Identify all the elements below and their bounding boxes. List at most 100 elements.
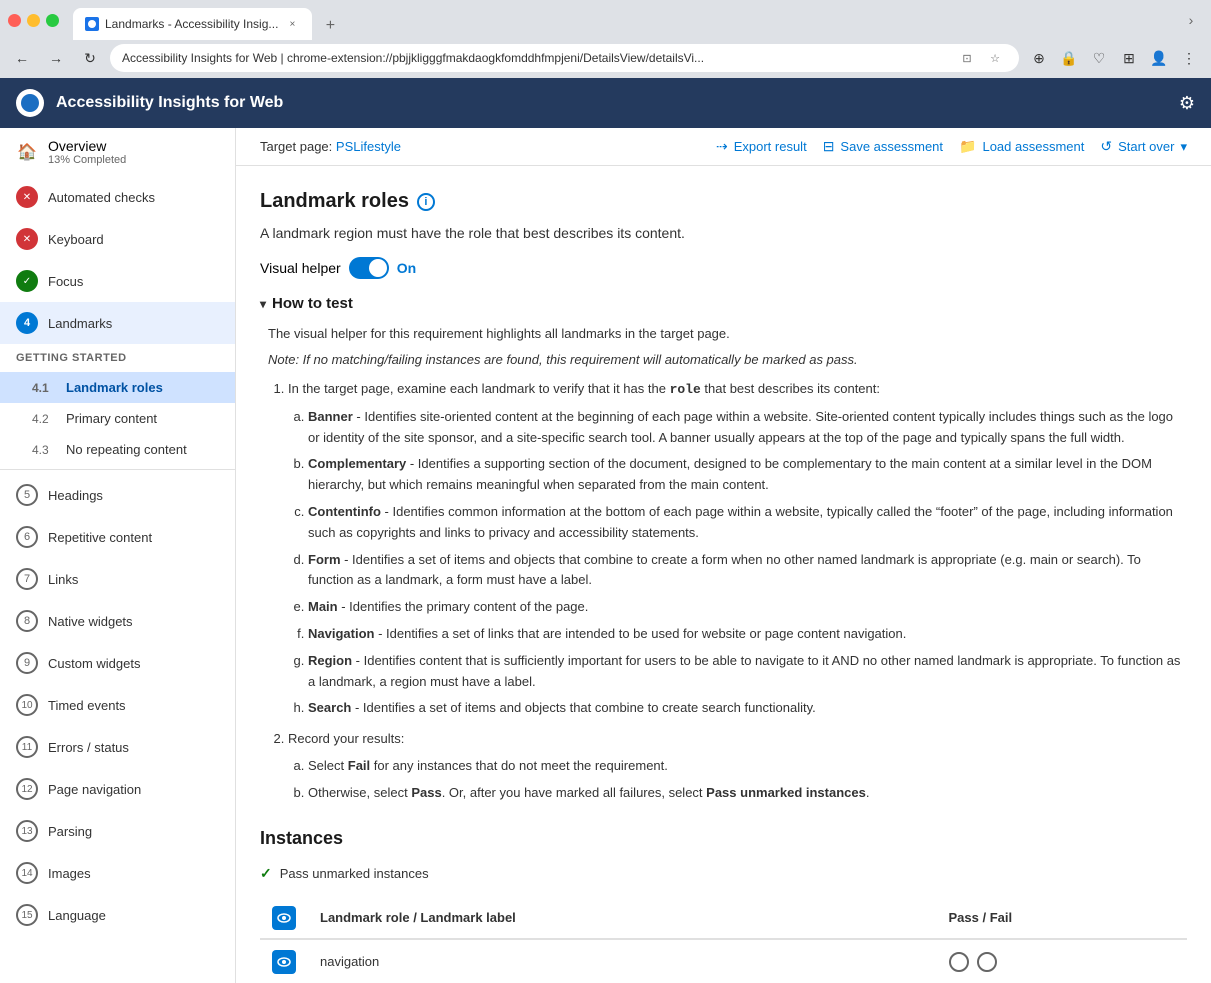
pass-unmarked-button[interactable]: ✓ Pass unmarked instances [260,865,1187,882]
start-over-button[interactable]: ↺ Start over ▾ [1100,138,1187,155]
toggle-thumb [369,259,387,277]
automated-checks-icon: ✕ [16,186,38,208]
main-layout: 🏠 Overview 13% Completed ✕ Automated che… [0,128,1211,983]
page-navigation-icon: 12 [16,778,38,800]
tab-chevron[interactable]: › [1179,8,1203,32]
tab-close-button[interactable]: × [284,16,300,32]
sidebar-item-automated-checks[interactable]: ✕ Automated checks [0,176,235,218]
overview-icon: 🏠 [16,141,38,163]
sub-nav-number-41: 4.1 [32,381,56,395]
headings-label: Headings [48,488,103,503]
sidebar-item-timed-events[interactable]: 10 Timed events [0,684,235,726]
extension-icon-1[interactable]: ⊕ [1025,44,1053,72]
profile-icon[interactable]: 👤 [1145,44,1173,72]
settings-icon[interactable]: ⚙ [1179,93,1195,114]
tab-title: Landmarks - Accessibility Insig... [105,17,278,31]
sidebar-item-custom-widgets[interactable]: 9 Custom widgets [0,642,235,684]
step1-suffix: that best describes its content: [701,381,880,396]
how-to-test-chevron: ▾ [260,297,266,311]
share-icon[interactable]: ⊡ [955,46,979,70]
radio-group [949,952,1175,972]
images-icon: 14 [16,862,38,884]
instruction-step-2: Record your results: Select Fail for any… [288,729,1187,803]
landmark-type-contentinfo: Contentinfo - Identifies common informat… [308,502,1187,544]
forward-button[interactable]: → [42,44,70,72]
repetitive-content-label: Repetitive content [48,530,152,545]
landmark-type-navigation: Navigation - Identifies a set of links t… [308,624,1187,645]
sidebar-item-overview[interactable]: 🏠 Overview 13% Completed [0,128,235,176]
instances-table-body: navigation [260,939,1187,983]
sidebar-divider [0,469,235,470]
sidebar-item-links[interactable]: 7 Links [0,558,235,600]
parsing-icon: 13 [16,820,38,842]
landmark-type-region: Region - Identifies content that is suff… [308,651,1187,693]
sidebar-item-landmarks[interactable]: 4 Landmarks [0,302,235,344]
focus-icon: ✓ [16,270,38,292]
record-result-pass: Otherwise, select Pass. Or, after you ha… [308,783,1187,804]
fail-radio[interactable] [977,952,997,972]
sidebar-item-focus[interactable]: ✓ Focus [0,260,235,302]
getting-started-label: Getting started [0,344,235,372]
sidebar-item-errors-status[interactable]: 11 Errors / status [0,726,235,768]
new-tab-button[interactable]: + [316,12,344,40]
timed-events-icon: 10 [16,694,38,716]
extension-icon-2[interactable]: 🔒 [1055,44,1083,72]
keyboard-icon: ✕ [16,228,38,250]
sub-nav-item-no-repeating[interactable]: 4.3 No repeating content [0,434,235,465]
maximize-dot[interactable] [46,14,59,27]
export-result-button[interactable]: ⇢ Export result [716,138,807,155]
save-assessment-button[interactable]: ⊟ Save assessment [823,138,943,155]
sidebar-item-native-widgets[interactable]: 8 Native widgets [0,600,235,642]
url-bar[interactable]: Accessibility Insights for Web | chrome-… [110,44,1019,72]
sub-nav-number-43: 4.3 [32,443,56,457]
landmark-type-search: Search - Identifies a set of items and o… [308,698,1187,719]
sidebar-item-keyboard[interactable]: ✕ Keyboard [0,218,235,260]
pass-radio[interactable] [949,952,969,972]
links-label: Links [48,572,78,587]
sidebar-item-language[interactable]: 15 Language [0,894,235,936]
sidebar-item-repetitive-content[interactable]: 6 Repetitive content [0,516,235,558]
sidebar-item-page-navigation[interactable]: 12 Page navigation [0,768,235,810]
extension-icon-3[interactable]: ♡ [1085,44,1113,72]
bookmark-icon[interactable]: ☆ [983,46,1007,70]
info-icon[interactable]: i [417,193,435,211]
app-header: Accessibility Insights for Web ⚙ [0,78,1211,128]
toolbar-actions: ⇢ Export result ⊟ Save assessment 📁 Load… [716,138,1187,155]
instruction-list: In the target page, examine each landmar… [268,379,1187,804]
refresh-button[interactable]: ↻ [76,44,104,72]
instruction-step-1: In the target page, examine each landmar… [288,379,1187,719]
menu-icon[interactable]: ⋮ [1175,44,1203,72]
sub-nav-label-landmark-roles: Landmark roles [66,380,163,395]
visual-helper-state: On [397,260,416,276]
active-tab[interactable]: Landmarks - Accessibility Insig... × [73,8,312,40]
how-to-test-header[interactable]: ▾ How to test [260,295,1187,312]
repetitive-content-icon: 6 [16,526,38,548]
record-result-fail: Select Fail for any instances that do no… [308,756,1187,777]
sidebar-item-headings[interactable]: 5 Headings [0,474,235,516]
instances-table-header-row: Landmark role / Landmark label Pass / Fa… [260,898,1187,939]
visual-helper-toggle[interactable] [349,257,389,279]
back-button[interactable]: ← [8,44,36,72]
row-eye-icon[interactable] [272,950,296,974]
language-label: Language [48,908,106,923]
extensions-icon[interactable]: ⊞ [1115,44,1143,72]
sidebar-item-images[interactable]: 14 Images [0,852,235,894]
table-row: navigation [260,939,1187,983]
sidebar-item-parsing[interactable]: 13 Parsing [0,810,235,852]
minimize-dot[interactable] [27,14,40,27]
landmark-types-list: Banner - Identifies site-oriented conten… [288,407,1187,719]
close-dot[interactable] [8,14,21,27]
instances-section: Instances ✓ Pass unmarked instances [260,828,1187,983]
sub-nav-item-landmark-roles[interactable]: 4.1 Landmark roles [0,372,235,403]
language-icon: 15 [16,904,38,926]
images-label: Images [48,866,91,881]
sub-nav-item-primary-content[interactable]: 4.2 Primary content [0,403,235,434]
target-page-link[interactable]: PSLifestyle [336,139,401,154]
load-assessment-button[interactable]: 📁 Load assessment [959,138,1084,155]
landmark-type-form: Form - Identifies a set of items and obj… [308,550,1187,592]
start-over-chevron: ▾ [1180,139,1187,155]
app-logo [16,89,44,117]
landmark-type-main: Main - Identifies the primary content of… [308,597,1187,618]
row-eye-cell [260,939,308,983]
how-to-test-body: The visual helper for this requirement h… [260,324,1187,804]
